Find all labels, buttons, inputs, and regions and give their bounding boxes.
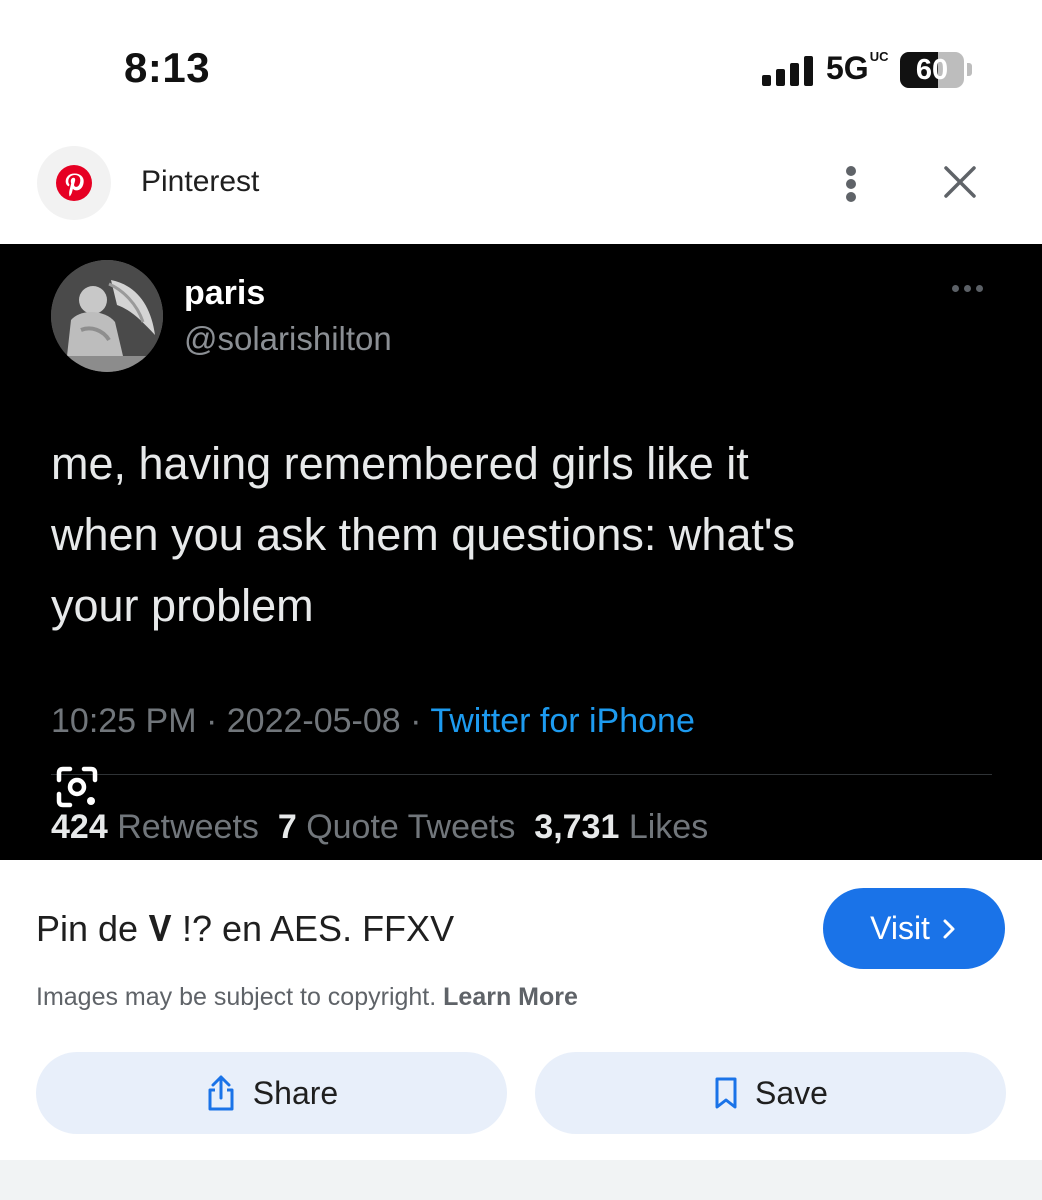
likes-count: 3,731 (534, 808, 620, 846)
bottom-strip (0, 1160, 1042, 1200)
copyright-text: Images may be subject to copyright. (36, 983, 437, 1011)
cellular-signal-icon (762, 56, 816, 86)
battery-level: 60 (915, 54, 949, 86)
meta-separator: · (410, 702, 422, 740)
tweet-time: 10:25 PM (51, 702, 197, 740)
retweets-label: Retweets (117, 808, 259, 846)
share-button[interactable]: Share (36, 1052, 507, 1134)
visual-search-icon[interactable] (54, 764, 100, 810)
tweet-divider (51, 774, 992, 775)
meta-separator: · (205, 702, 218, 740)
pinterest-logo-icon (56, 165, 92, 201)
chevron-right-icon (943, 919, 955, 938)
tweet-source-app: Twitter for iPhone (430, 702, 695, 740)
battery-tip (967, 63, 972, 76)
network-type: 5G (826, 50, 869, 86)
retweets-count: 424 (51, 808, 108, 846)
tweet-text: me, having remembered girls like it when… (51, 438, 795, 631)
network-badge: UC (869, 49, 889, 64)
likes-label: Likes (628, 808, 709, 846)
visit-button-label: Visit (870, 910, 930, 946)
bookmark-icon (715, 1077, 737, 1109)
tweet-handle: @solarishilton (184, 320, 392, 357)
copyright-notice: Images may be subject to copyright. Lear… (36, 983, 578, 1012)
source-logo-badge (37, 146, 111, 220)
tweet-meta: 10:25 PM · 2022-05-08 · Twitter for iPho… (51, 702, 695, 741)
quote-tweets-count: 7 (277, 808, 297, 846)
tweet-more-icon (948, 282, 988, 294)
save-button-label: Save (755, 1074, 828, 1111)
tweet-stats: 424 Retweets 7 Quote Tweets 3,731 Likes (51, 808, 708, 847)
more-options-icon[interactable] (836, 160, 866, 208)
network-indicator: 5GUC (826, 49, 889, 87)
share-button-label: Share (252, 1074, 339, 1111)
tweet-display-name: paris (184, 274, 266, 312)
share-icon (208, 1075, 234, 1111)
pin-image[interactable]: paris @solarishilton me, having remember… (0, 244, 1042, 860)
quote-tweets-label: Quote Tweets (306, 808, 516, 846)
close-icon[interactable] (938, 160, 982, 204)
visit-button[interactable]: Visit (823, 888, 1005, 969)
learn-more-link[interactable]: Learn More (443, 983, 578, 1011)
status-time: 8:13 (124, 44, 211, 91)
battery-icon: 60 (900, 52, 964, 88)
tweet-date: 2022-05-08 (226, 702, 401, 740)
tweet-avatar (51, 260, 163, 372)
save-button[interactable]: Save (535, 1052, 1006, 1134)
source-name[interactable]: Pinterest (141, 165, 259, 199)
pin-title: Pin de 𝐕 !? en AES. FFXV (36, 908, 455, 949)
